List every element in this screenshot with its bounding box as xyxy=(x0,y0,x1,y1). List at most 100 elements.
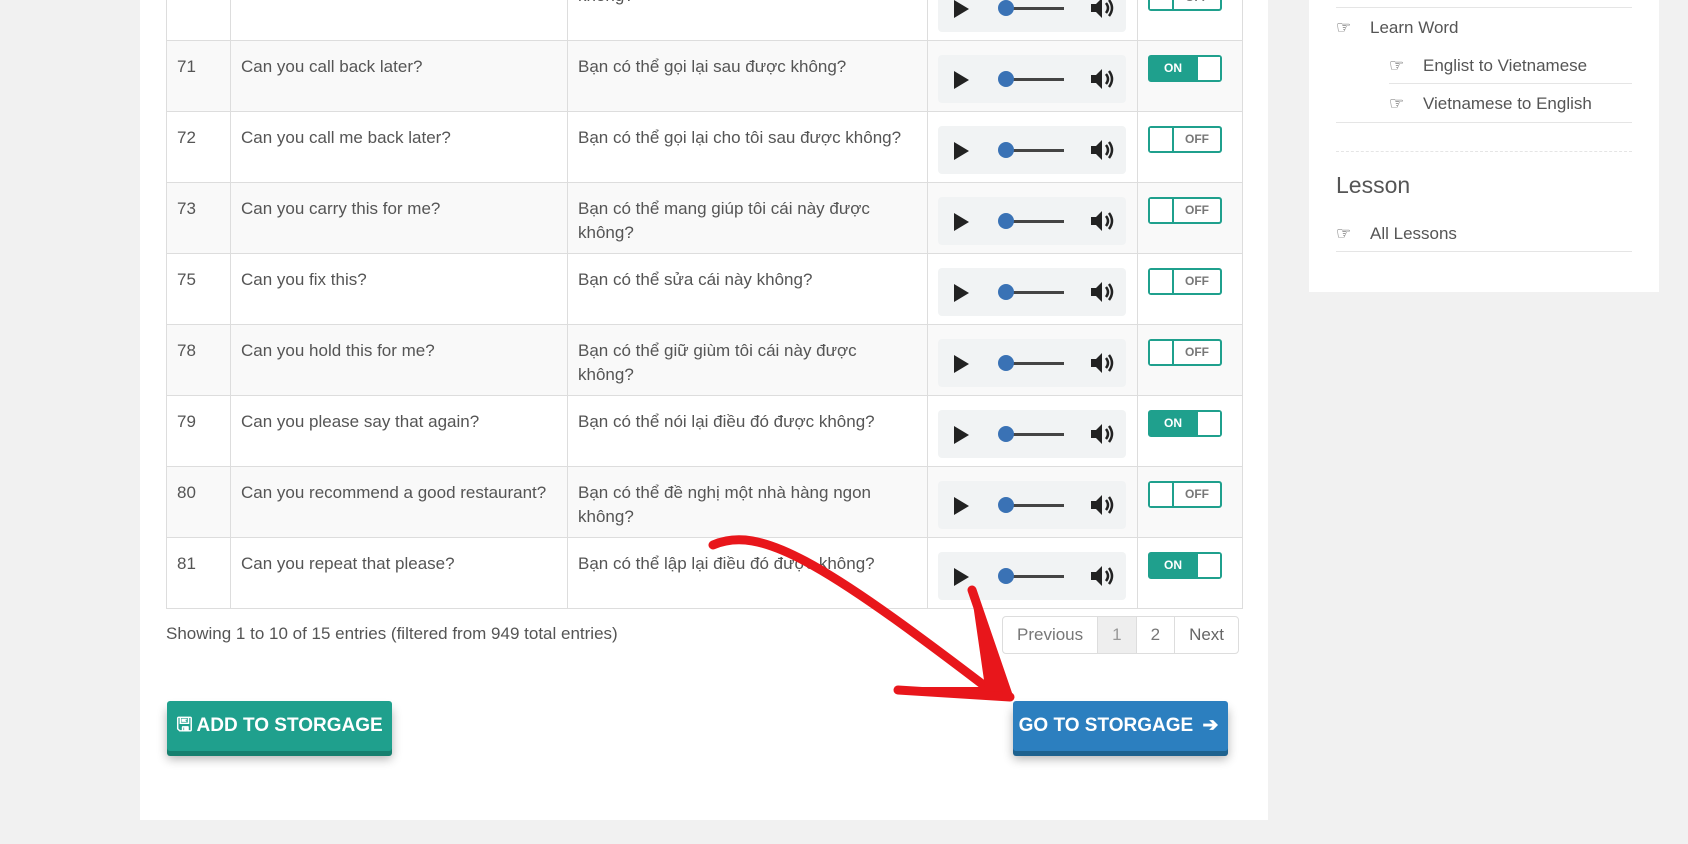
sidebar-link-learn-word[interactable]: ☞ Learn Word xyxy=(1336,9,1459,47)
audio-progress-track[interactable] xyxy=(1006,149,1064,152)
storage-toggle[interactable]: OFF xyxy=(1148,0,1222,11)
audio-player[interactable] xyxy=(938,410,1126,458)
cell-vietnamese: Bạn có thể đề nghị một nhà hàng ngon khô… xyxy=(567,466,928,538)
storage-toggle[interactable]: OFF xyxy=(1148,197,1222,224)
audio-progress-track[interactable] xyxy=(1006,362,1064,365)
phrases-table-body: không?OFF71Can you call back later?Bạn c… xyxy=(166,0,1243,609)
cell-vietnamese: Bạn có thể gọi lại cho tôi sau được khôn… xyxy=(567,111,928,183)
play-icon[interactable] xyxy=(954,426,969,444)
cell-id: 73 xyxy=(166,182,231,254)
pagination-page-2[interactable]: 2 xyxy=(1137,617,1176,653)
audio-progress-thumb[interactable] xyxy=(998,497,1014,513)
toggle-state-label: OFF xyxy=(1185,487,1209,501)
audio-player[interactable] xyxy=(938,268,1126,316)
toggle-knob xyxy=(1197,554,1220,577)
volume-icon[interactable] xyxy=(1090,68,1116,90)
pagination-page-1[interactable]: 1 xyxy=(1098,617,1137,653)
cell-english: Can you call back later? xyxy=(230,40,568,112)
audio-player[interactable] xyxy=(938,197,1126,245)
play-icon[interactable] xyxy=(954,0,969,18)
cell-toggle: ON xyxy=(1137,537,1243,609)
cell-toggle: OFF xyxy=(1137,182,1243,254)
audio-progress-thumb[interactable] xyxy=(998,355,1014,371)
storage-toggle[interactable]: OFF xyxy=(1148,268,1222,295)
cell-id: 75 xyxy=(166,253,231,325)
cell-english: Can you repeat that please? xyxy=(230,537,568,609)
sidebar-link-english-to-vietnamese[interactable]: ☞ Englist to Vietnamese xyxy=(1389,47,1587,85)
audio-progress-thumb[interactable] xyxy=(998,142,1014,158)
volume-icon[interactable] xyxy=(1090,139,1116,161)
audio-player[interactable] xyxy=(938,126,1126,174)
add-to-storage-button[interactable]: 🖫 ADD TO STORGAGE xyxy=(167,701,392,751)
storage-toggle[interactable]: OFF xyxy=(1148,339,1222,366)
sidebar-divider xyxy=(1336,151,1632,152)
audio-progress-track[interactable] xyxy=(1006,504,1064,507)
sidebar-panel: ☞ Learn Word ☞ Englist to Vietnamese ☞ Viet… xyxy=(1309,0,1659,292)
cell-english: Can you hold this for me? xyxy=(230,324,568,396)
audio-player[interactable] xyxy=(938,339,1126,387)
sidebar-link-label: Vietnamese to English xyxy=(1423,94,1592,113)
sidebar-divider xyxy=(1389,83,1632,84)
volume-icon[interactable] xyxy=(1090,565,1116,587)
audio-player[interactable] xyxy=(938,552,1126,600)
cell-id: 78 xyxy=(166,324,231,396)
table-row: 79 Can you please say that again? Bạn có t… xyxy=(166,395,1243,467)
cell-audio xyxy=(927,537,1138,609)
audio-player[interactable] xyxy=(938,55,1126,103)
hand-pointing-right-icon: ☞ xyxy=(1336,18,1352,37)
sidebar-link-vietnamese-to-english[interactable]: ☞ Vietnamese to English xyxy=(1389,85,1592,123)
sidebar-link-all-lessons[interactable]: ☞ All Lessons xyxy=(1336,215,1457,253)
audio-player[interactable] xyxy=(938,0,1126,32)
audio-progress-thumb[interactable] xyxy=(998,284,1014,300)
pagination-next[interactable]: Next xyxy=(1175,617,1238,653)
audio-progress-thumb[interactable] xyxy=(998,426,1014,442)
play-icon[interactable] xyxy=(954,213,969,231)
sidebar-link-label: Englist to Vietnamese xyxy=(1423,56,1588,75)
play-icon[interactable] xyxy=(954,284,969,302)
audio-player[interactable] xyxy=(938,481,1126,529)
play-icon[interactable] xyxy=(954,355,969,373)
table-row: không? OFF xyxy=(166,0,1243,41)
play-icon[interactable] xyxy=(954,71,969,89)
cell-vietnamese: Bạn có thể sửa cái này không? xyxy=(567,253,928,325)
volume-icon[interactable] xyxy=(1090,494,1116,516)
audio-progress-track[interactable] xyxy=(1006,7,1064,10)
audio-progress-track[interactable] xyxy=(1006,220,1064,223)
audio-progress-thumb[interactable] xyxy=(998,213,1014,229)
toggle-knob xyxy=(1150,199,1174,222)
play-icon[interactable] xyxy=(954,497,969,515)
cell-toggle: ON xyxy=(1137,40,1243,112)
volume-icon[interactable] xyxy=(1090,352,1116,374)
volume-icon[interactable] xyxy=(1090,0,1116,19)
audio-progress-track[interactable] xyxy=(1006,78,1064,81)
go-to-storage-label: GO TO STORGAGE xyxy=(1018,715,1194,736)
hand-pointing-right-icon: ☞ xyxy=(1336,224,1352,243)
audio-progress-track[interactable] xyxy=(1006,291,1064,294)
cell-english: Can you carry this for me? xyxy=(230,182,568,254)
play-icon[interactable] xyxy=(954,568,969,586)
volume-icon[interactable] xyxy=(1090,210,1116,232)
storage-toggle[interactable]: ON xyxy=(1148,410,1222,437)
entries-info: Showing 1 to 10 of 15 entries (filtered … xyxy=(166,624,618,643)
storage-toggle[interactable]: ON xyxy=(1148,552,1222,579)
play-icon[interactable] xyxy=(954,142,969,160)
audio-progress-track[interactable] xyxy=(1006,575,1064,578)
storage-toggle[interactable]: OFF xyxy=(1148,126,1222,153)
audio-progress-thumb[interactable] xyxy=(998,0,1014,16)
table-row: 71 Can you call back later? Bạn có thể gọi… xyxy=(166,40,1243,112)
cell-vietnamese: Bạn có thể giữ giùm tôi cái này được khô… xyxy=(567,324,928,396)
audio-progress-thumb[interactable] xyxy=(998,568,1014,584)
storage-toggle[interactable]: ON xyxy=(1148,55,1222,82)
pagination-previous[interactable]: Previous xyxy=(1003,617,1099,653)
storage-toggle[interactable]: OFF xyxy=(1148,481,1222,508)
cell-english xyxy=(230,0,568,41)
volume-icon[interactable] xyxy=(1090,281,1116,303)
add-to-storage-label: ADD TO STORGAGE xyxy=(196,715,383,736)
go-to-storage-button[interactable]: GO TO STORGAGE ➔ xyxy=(1013,701,1228,751)
audio-progress-track[interactable] xyxy=(1006,433,1064,436)
volume-icon[interactable] xyxy=(1090,423,1116,445)
audio-progress-thumb[interactable] xyxy=(998,71,1014,87)
cell-audio xyxy=(927,253,1138,325)
toggle-knob xyxy=(1150,483,1174,506)
cell-english: Can you call me back later? xyxy=(230,111,568,183)
